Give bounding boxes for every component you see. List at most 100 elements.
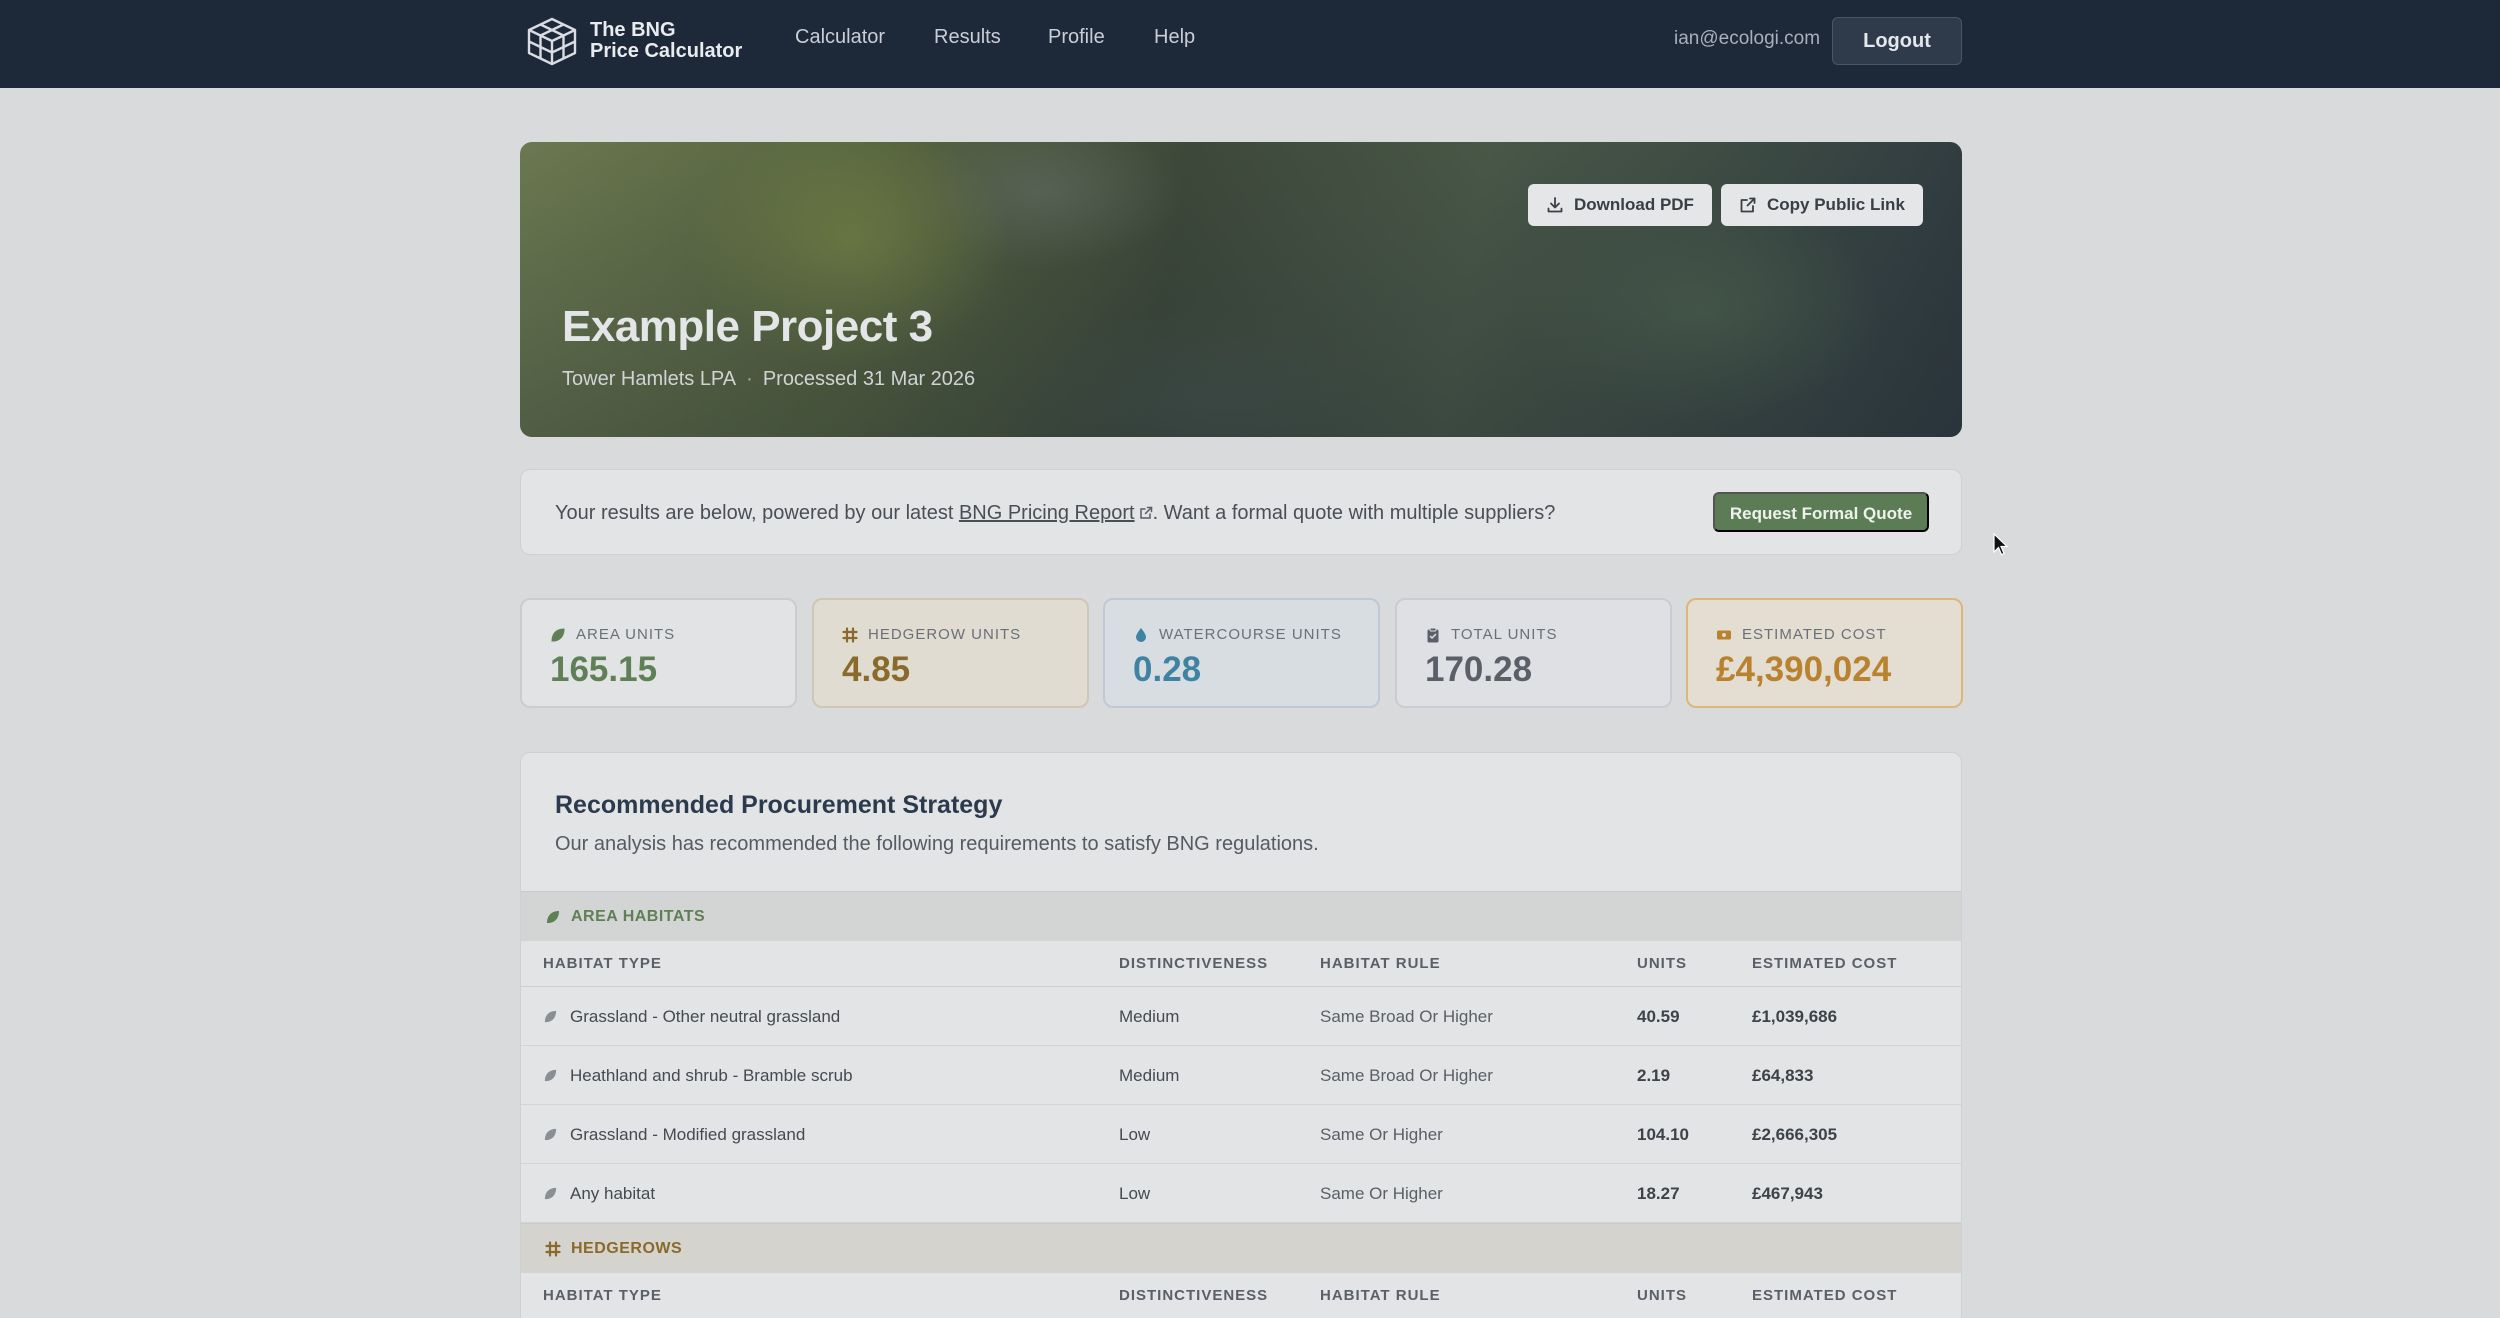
table-header-hedgerows: HABITAT TYPE DISTINCTIVENESS HABITAT RUL… xyxy=(521,1273,1961,1318)
nav-link-help[interactable]: Help xyxy=(1154,26,1195,49)
download-pdf-button[interactable]: Download PDF xyxy=(1528,184,1712,226)
stat-label-text: TOTAL UNITS xyxy=(1451,626,1558,643)
estimated-cost: £467,943 xyxy=(1752,1184,1823,1203)
user-email: ian@ecologi.com xyxy=(1674,28,1821,49)
stat-label-area-units: AREA UNITS xyxy=(550,626,675,643)
stat-value-watercourse-units: 0.28 xyxy=(1133,650,1202,689)
habitat-cell: Grassland - Modified grassland xyxy=(543,1105,805,1164)
logo-text: The BNG Price Calculator xyxy=(590,20,742,62)
table-row: Grassland - Other neutral grassland Medi… xyxy=(521,987,1961,1046)
meta-separator: · xyxy=(746,368,753,390)
leaf-icon xyxy=(547,910,559,923)
col-habitat-rule: HABITAT RULE xyxy=(1320,955,1441,972)
units: 2.19 xyxy=(1637,1066,1671,1085)
project-hero-banner: Download PDF Copy Public Link Example Pr… xyxy=(520,142,1962,437)
table-row: Any habitat Low Same Or Higher 18.27 £46… xyxy=(521,1164,1961,1223)
logo-line-2: Price Calculator xyxy=(590,40,743,62)
nav-link-profile[interactable]: Profile xyxy=(1048,26,1105,49)
distinctiveness: Low xyxy=(1119,1184,1151,1203)
col-units: UNITS xyxy=(1637,955,1687,972)
col-estimated-cost: ESTIMATED COST xyxy=(1752,1287,1898,1304)
stat-value-total-units: 170.28 xyxy=(1425,650,1533,689)
stat-value-estimated-cost: £4,390,024 xyxy=(1716,650,1892,689)
stat-value-area-units: 165.15 xyxy=(550,650,658,689)
external-link-icon xyxy=(1740,197,1756,213)
stat-card-watercourse-units: WATERCOURSE UNITS 0.28 xyxy=(1103,598,1380,708)
habitat-rule: Same Or Higher xyxy=(1320,1184,1443,1203)
procurement-strategy-panel: Recommended Procurement Strategy Our ana… xyxy=(520,752,1962,1318)
copy-public-link-label: Copy Public Link xyxy=(1767,195,1905,214)
hedgerow-icon xyxy=(545,1240,561,1257)
stat-label-estimated-cost: ESTIMATED COST xyxy=(1716,626,1887,643)
leaf-icon xyxy=(544,1128,557,1141)
nav-link-results[interactable]: Results xyxy=(934,26,1001,49)
cube-grid-logo-icon xyxy=(527,17,577,66)
table-row: Grassland - Modified grassland Low Same … xyxy=(521,1105,1961,1164)
habitat-type: Any habitat xyxy=(570,1184,656,1203)
section-header-area-habitats: AREA HABITATS xyxy=(521,891,1961,941)
strategy-description: Our analysis has recommended the followi… xyxy=(555,833,1319,855)
external-link-icon xyxy=(1139,506,1152,519)
units: 104.10 xyxy=(1637,1125,1689,1144)
app-logo[interactable]: The BNG Price Calculator xyxy=(524,16,742,66)
units: 18.27 xyxy=(1637,1184,1680,1203)
stat-label-text: AREA UNITS xyxy=(576,626,676,643)
request-formal-quote-button[interactable]: Request Formal Quote xyxy=(1713,492,1929,532)
col-habitat-rule: HABITAT RULE xyxy=(1320,1287,1441,1304)
habitat-cell: Any habitat xyxy=(543,1164,655,1223)
stat-card-hedgerow-units: HEDGEROW UNITS 4.85 xyxy=(812,598,1089,708)
copy-public-link-button[interactable]: Copy Public Link xyxy=(1721,184,1923,226)
section-title: HEDGEROWS xyxy=(571,1239,683,1257)
distinctiveness: Low xyxy=(1119,1125,1151,1144)
stat-label-watercourse-units: WATERCOURSE UNITS xyxy=(1133,626,1342,643)
col-units: UNITS xyxy=(1637,1287,1687,1304)
col-distinctiveness: DISTINCTIVENESS xyxy=(1119,1287,1269,1304)
stat-card-area-units: AREA UNITS 165.15 xyxy=(520,598,797,708)
distinctiveness: Medium xyxy=(1119,1007,1180,1026)
project-processed-date: Processed 31 Mar 2026 xyxy=(762,368,976,390)
bng-pricing-report-link[interactable]: BNG Pricing Report xyxy=(959,502,1135,524)
stat-card-total-units: TOTAL UNITS 170.28 xyxy=(1395,598,1672,708)
section-title: AREA HABITATS xyxy=(571,907,706,925)
estimated-cost: £1,039,686 xyxy=(1752,1007,1838,1026)
hedgerow-icon xyxy=(842,626,858,643)
logo-line-1: The BNG xyxy=(590,19,676,41)
units: 40.59 xyxy=(1637,1007,1680,1026)
estimated-cost: £2,666,305 xyxy=(1752,1125,1838,1144)
table-row: Heathland and shrub - Bramble scrub Medi… xyxy=(521,1046,1961,1105)
project-lpa: Tower Hamlets LPA xyxy=(562,368,737,390)
col-estimated-cost: ESTIMATED COST xyxy=(1752,955,1898,972)
nav-link-calculator[interactable]: Calculator xyxy=(795,26,885,49)
habitat-rule: Same Or Higher xyxy=(1320,1125,1443,1144)
distinctiveness: Medium xyxy=(1119,1066,1180,1085)
download-icon xyxy=(1547,197,1563,213)
stat-card-estimated-cost: ESTIMATED COST £4,390,024 xyxy=(1686,598,1963,708)
habitat-cell: Grassland - Other neutral grassland xyxy=(543,987,840,1046)
stat-label-total-units: TOTAL UNITS xyxy=(1425,626,1558,643)
info-text-before: Your results are below, powered by our l… xyxy=(555,502,959,524)
col-habitat-type: HABITAT TYPE xyxy=(543,955,662,972)
stat-value-hedgerow-units: 4.85 xyxy=(842,650,911,689)
logout-button[interactable]: Logout xyxy=(1832,17,1962,65)
money-icon xyxy=(1717,630,1731,639)
table-header-area: HABITAT TYPE DISTINCTIVENESS HABITAT RUL… xyxy=(521,941,1961,987)
project-meta: Tower Hamlets LPA · Processed 31 Mar 2026 xyxy=(562,368,975,391)
habitat-rule: Same Broad Or Higher xyxy=(1320,1066,1493,1085)
download-pdf-label: Download PDF xyxy=(1574,195,1694,214)
stat-label-text: ESTIMATED COST xyxy=(1742,626,1887,643)
leaf-icon xyxy=(544,1010,557,1023)
stat-label-text: WATERCOURSE UNITS xyxy=(1159,626,1342,643)
results-info-text: Your results are below, powered by our l… xyxy=(555,502,1555,525)
habitat-type: Heathland and shrub - Bramble scrub xyxy=(570,1066,853,1085)
info-text-after: . Want a formal quote with multiple supp… xyxy=(1152,502,1556,524)
habitat-cell: Heathland and shrub - Bramble scrub xyxy=(543,1046,853,1105)
water-drop-icon xyxy=(1136,627,1146,642)
clipboard-icon xyxy=(1427,627,1439,642)
strategy-title: Recommended Procurement Strategy xyxy=(555,791,1003,819)
leaf-icon xyxy=(544,1069,557,1082)
section-header-hedgerows: HEDGEROWS xyxy=(521,1223,1961,1273)
col-habitat-type: HABITAT TYPE xyxy=(543,1287,662,1304)
project-title: Example Project 3 xyxy=(562,302,933,351)
stat-label-text: HEDGEROW UNITS xyxy=(868,626,1022,643)
estimated-cost: £64,833 xyxy=(1752,1066,1814,1085)
